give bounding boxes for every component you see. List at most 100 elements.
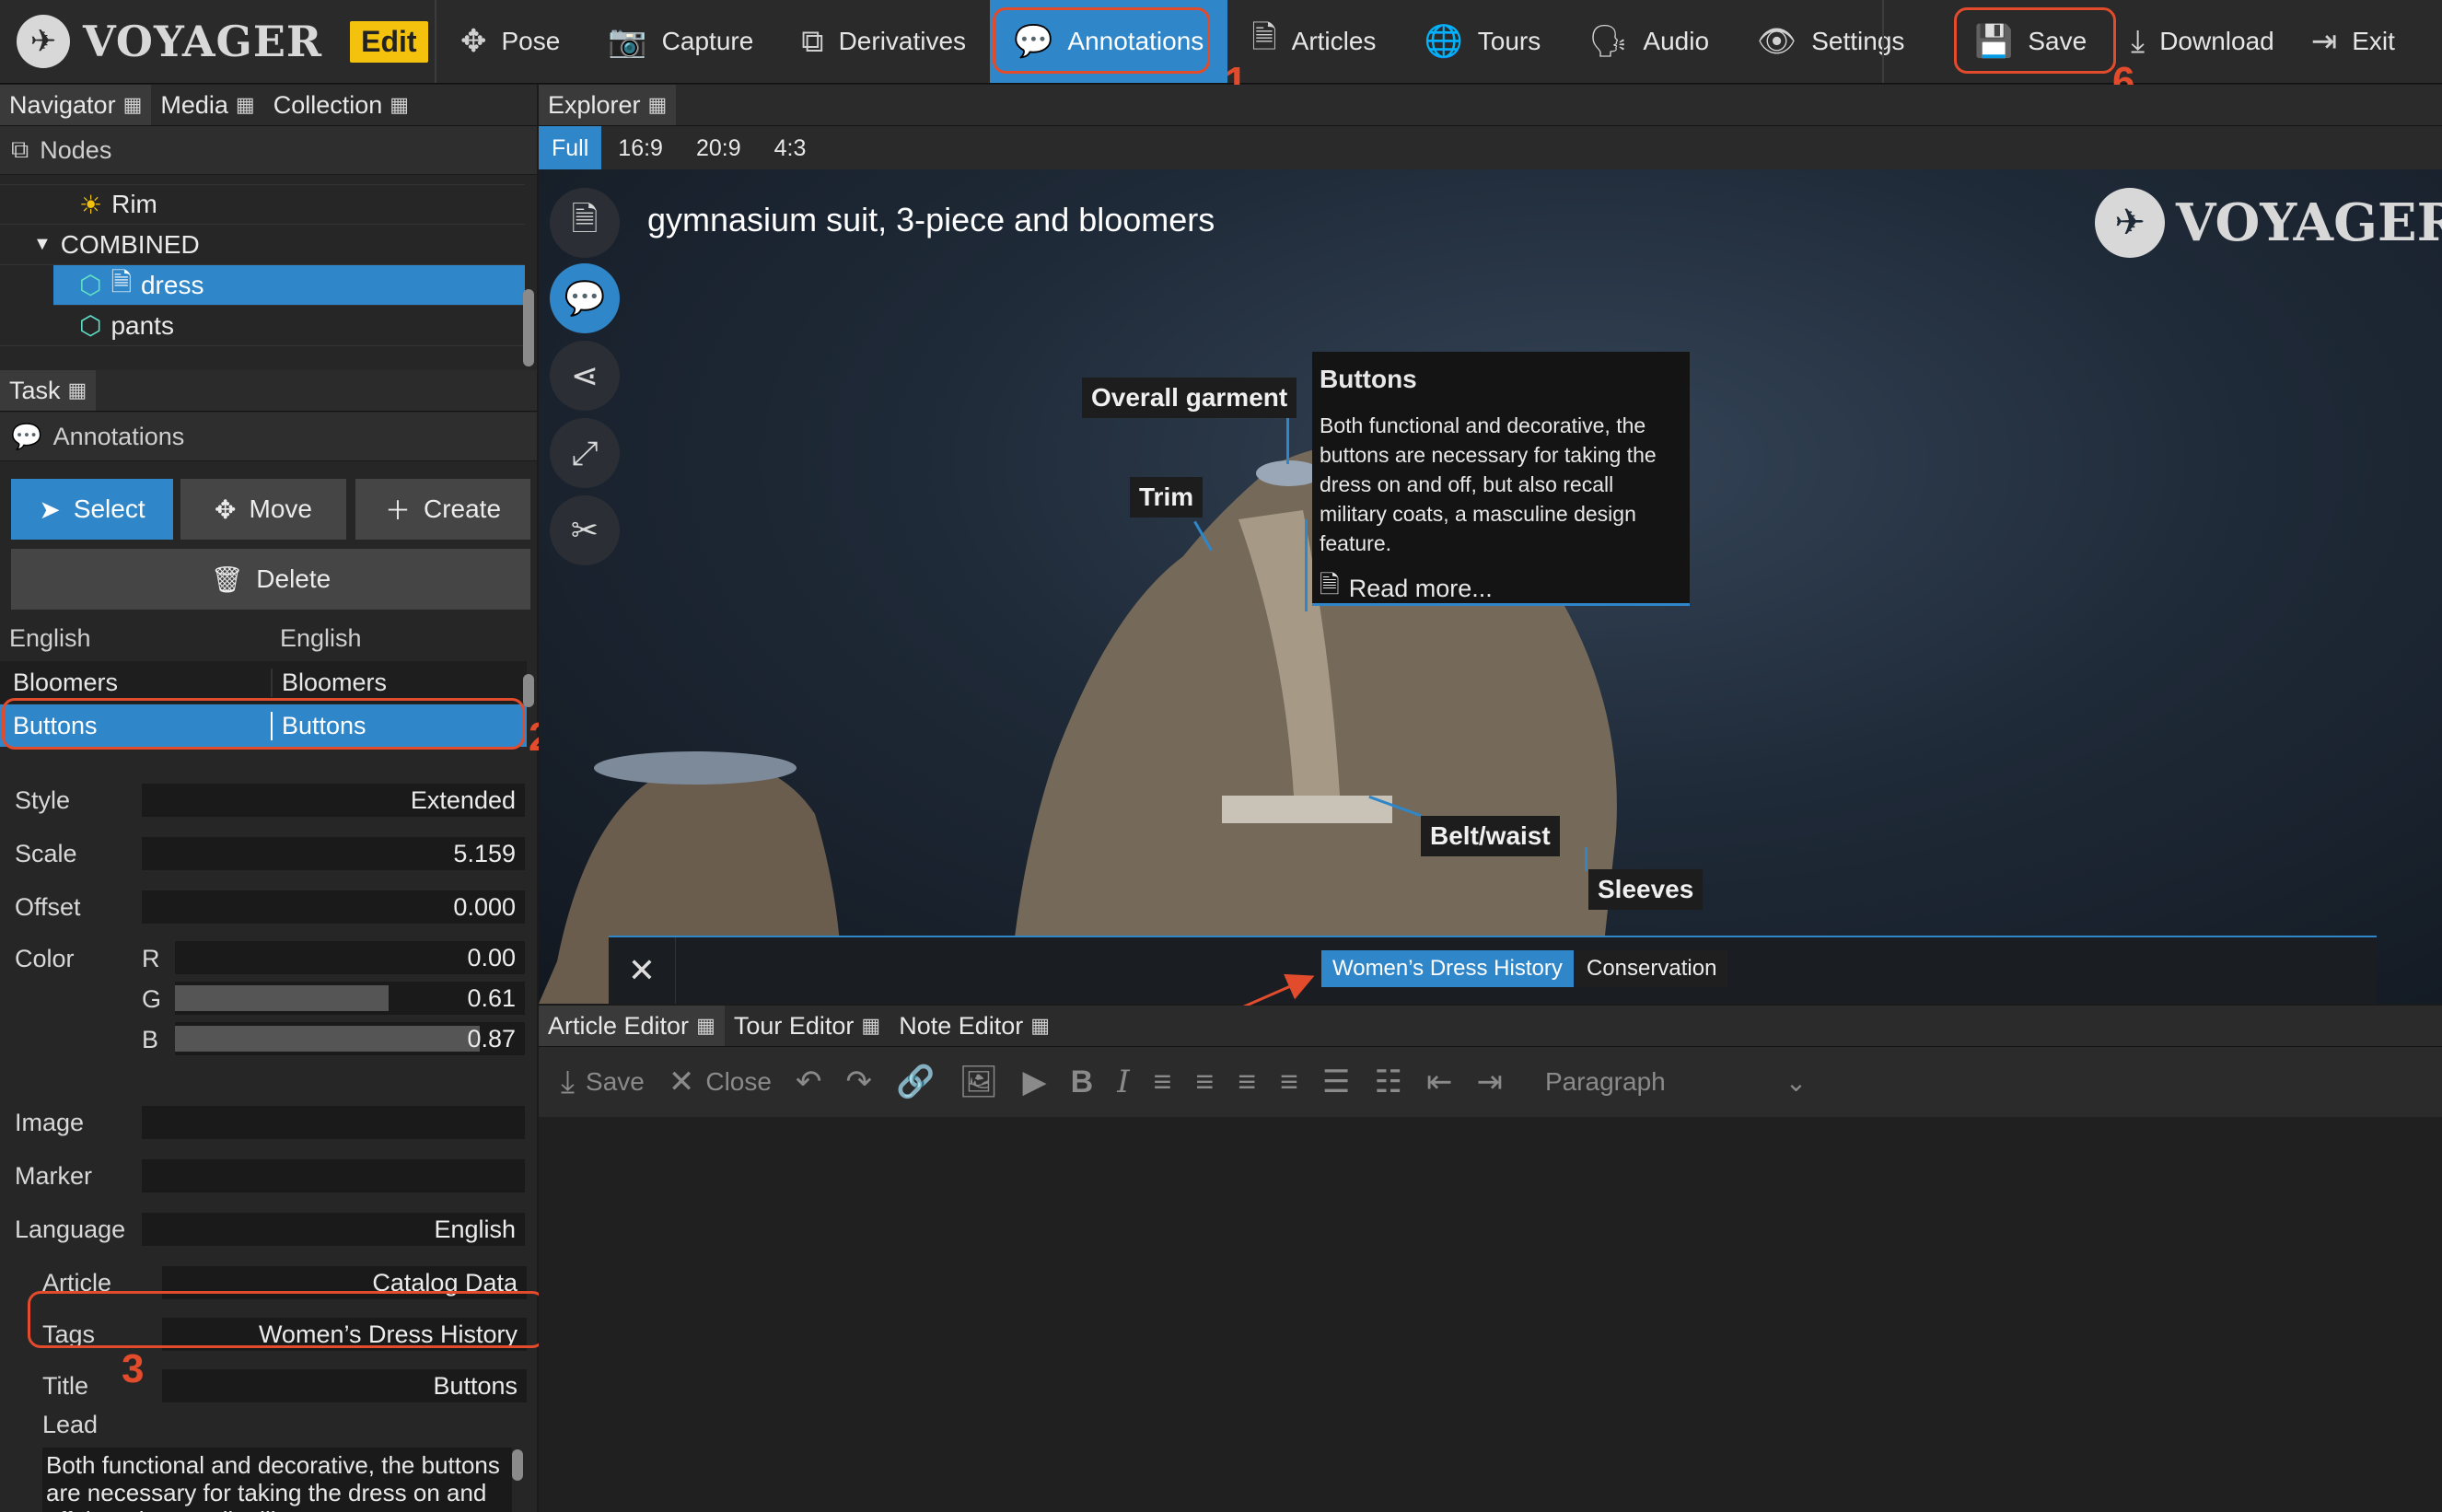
- style-select[interactable]: Extended: [142, 784, 525, 817]
- offset-input[interactable]: 0.000: [142, 890, 525, 924]
- undo-icon[interactable]: ↶: [796, 1064, 822, 1100]
- grid-icon: ▦: [235, 93, 255, 116]
- scale-input[interactable]: 5.159: [142, 837, 525, 870]
- nav-settings-button[interactable]: 👁 Settings: [1733, 0, 1928, 83]
- tree-node-rim[interactable]: ☀ Rim: [0, 184, 525, 225]
- redo-icon[interactable]: ↷: [845, 1064, 872, 1100]
- tab-task[interactable]: Task ▦: [0, 370, 97, 411]
- bold-icon[interactable]: B: [1071, 1064, 1094, 1100]
- tag-womens-dress-history[interactable]: Women’s Dress History: [1321, 950, 1574, 987]
- voyager-logo-icon: ✈: [17, 15, 70, 68]
- numbered-list-icon[interactable]: ☷: [1374, 1064, 1401, 1100]
- media-icon[interactable]: ▶: [1022, 1064, 1046, 1100]
- tree-node-pants[interactable]: ⬡ pants: [0, 306, 525, 346]
- editor-content-area[interactable]: [539, 1117, 2442, 1511]
- color-b-slider[interactable]: 0.87: [175, 1022, 525, 1055]
- tab-article-editor[interactable]: Article Editor ▦: [539, 1006, 725, 1046]
- tree-scrollbar[interactable]: [523, 289, 534, 366]
- ratio-4-3-button[interactable]: 4:3: [758, 126, 823, 170]
- annotations-toggle-button[interactable]: 💬: [550, 263, 620, 333]
- object-title: gymnasium suit, 3-piece and bloomers: [647, 201, 1215, 238]
- tools-button[interactable]: ✂: [550, 495, 620, 565]
- tab-media[interactable]: Media ▦: [151, 85, 263, 125]
- list-scrollbar[interactable]: [523, 674, 534, 707]
- callout-box-save: [1954, 7, 2116, 74]
- callout-box-annotations: [993, 7, 1210, 74]
- prop-color: Color R 0.00 G 0.61 B 0.87: [15, 934, 530, 1081]
- tab-tour-editor[interactable]: Tour Editor ▦: [725, 1006, 890, 1046]
- grid-icon: ▦: [861, 1014, 881, 1037]
- leader-line: [1305, 519, 1308, 611]
- align-justify-icon[interactable]: ≡: [1280, 1064, 1298, 1100]
- image-icon[interactable]: 🖼: [959, 1064, 998, 1100]
- lead-textarea[interactable]: Both functional and decorative, the butt…: [42, 1448, 512, 1512]
- bullet-list-icon[interactable]: ☰: [1322, 1064, 1350, 1100]
- annotation-belt-waist[interactable]: Belt/waist: [1421, 816, 1560, 856]
- document-icon: 🗎: [110, 267, 132, 297]
- caret-down-icon: ▼: [33, 234, 52, 254]
- ratio-20-9-button[interactable]: 20:9: [680, 126, 758, 170]
- nav-capture-button[interactable]: 📷 Capture: [584, 0, 777, 83]
- nav-tours-button[interactable]: 🌐 Tours: [1400, 0, 1564, 83]
- exit-icon: ⇥: [2310, 24, 2338, 59]
- annotation-list-header: English English: [9, 623, 362, 652]
- annotation-popup-buttons[interactable]: Buttons Both functional and decorative, …: [1312, 352, 1690, 606]
- eye-icon: 👁: [1757, 24, 1797, 59]
- marker-input[interactable]: [142, 1159, 525, 1192]
- article-panel-button[interactable]: 🗎: [550, 188, 620, 258]
- lead-label: Lead: [42, 1411, 99, 1438]
- delete-button[interactable]: 🗑 Delete: [11, 549, 530, 610]
- read-more-link[interactable]: 🗎 Read more...: [1320, 567, 1682, 610]
- ratio-full-button[interactable]: Full: [539, 126, 602, 170]
- create-tool-button[interactable]: ＋ Create: [355, 479, 530, 540]
- tab-collection[interactable]: Collection ▦: [264, 85, 418, 125]
- share-button[interactable]: ⋖: [550, 341, 620, 411]
- outdent-icon[interactable]: ⇤: [1426, 1064, 1453, 1100]
- tab-note-editor[interactable]: Note Editor ▦: [890, 1006, 1059, 1046]
- nav-pose-button[interactable]: ✥ Pose: [436, 0, 584, 83]
- hierarchy-icon: ⧉: [11, 135, 29, 163]
- exit-button[interactable]: ⇥ Exit: [2297, 0, 2410, 83]
- dress-belt: [1222, 796, 1392, 823]
- paragraph-style-select[interactable]: Paragraph ⌄: [1545, 1067, 1807, 1098]
- color-g-slider[interactable]: 0.61: [175, 982, 525, 1015]
- tab-explorer[interactable]: Explorer ▦: [539, 85, 677, 125]
- align-center-icon[interactable]: ≡: [1195, 1064, 1214, 1100]
- close-tags-button[interactable]: ✕: [609, 937, 676, 1004]
- language-select[interactable]: English: [142, 1213, 525, 1246]
- nav-audio-button[interactable]: 🗣 Audio: [1564, 0, 1733, 83]
- annotation-overall-garment[interactable]: Overall garment: [1082, 378, 1297, 418]
- prop-image: Image: [15, 1096, 530, 1149]
- color-r-slider[interactable]: 0.00: [175, 941, 525, 974]
- prop-scale: Scale 5.159: [15, 827, 530, 880]
- fullscreen-button[interactable]: ⤢: [550, 418, 620, 488]
- title-input[interactable]: Buttons: [162, 1369, 527, 1402]
- align-left-icon[interactable]: ≡: [1154, 1064, 1172, 1100]
- grid-icon: ▦: [390, 93, 410, 116]
- tree-node-combined[interactable]: ▼ COMBINED: [0, 225, 525, 265]
- tree-node-dress[interactable]: ⬡ 🗎 dress: [53, 265, 525, 306]
- close-icon: ✕: [668, 1064, 695, 1099]
- nav-articles-button[interactable]: 🗎 Articles: [1227, 0, 1400, 83]
- annotation-sleeves[interactable]: Sleeves: [1588, 869, 1704, 910]
- align-right-icon[interactable]: ≡: [1238, 1064, 1256, 1100]
- 3d-viewport[interactable]: 🗎 💬 ⋖ ⤢ ✂ gymnasium suit, 3-piece and bl…: [539, 169, 2442, 1004]
- divider: [1882, 0, 1884, 83]
- italic-icon[interactable]: I: [1117, 1064, 1129, 1100]
- callout-box-buttons-row: [2, 698, 525, 750]
- image-input[interactable]: [142, 1106, 525, 1139]
- editor-save-button[interactable]: ⤓ Save: [561, 1064, 645, 1100]
- ratio-16-9-button[interactable]: 16:9: [601, 126, 680, 170]
- tab-navigator[interactable]: Navigator ▦: [0, 85, 152, 125]
- leader-line: [1286, 418, 1289, 464]
- prop-style: Style Extended: [15, 773, 530, 827]
- select-tool-button[interactable]: ➤ Select: [11, 479, 173, 540]
- move-tool-button[interactable]: ✥ Move: [180, 479, 346, 540]
- tag-conservation[interactable]: Conservation: [1576, 950, 1728, 987]
- editor-close-button[interactable]: ✕ Close: [669, 1064, 772, 1100]
- indent-icon[interactable]: ⇥: [1476, 1064, 1503, 1100]
- annotation-trim[interactable]: Trim: [1130, 477, 1204, 518]
- nav-derivatives-button[interactable]: ⧉ Derivatives: [777, 0, 990, 83]
- link-icon[interactable]: 🔗: [896, 1064, 935, 1100]
- lead-scrollbar[interactable]: [512, 1449, 523, 1481]
